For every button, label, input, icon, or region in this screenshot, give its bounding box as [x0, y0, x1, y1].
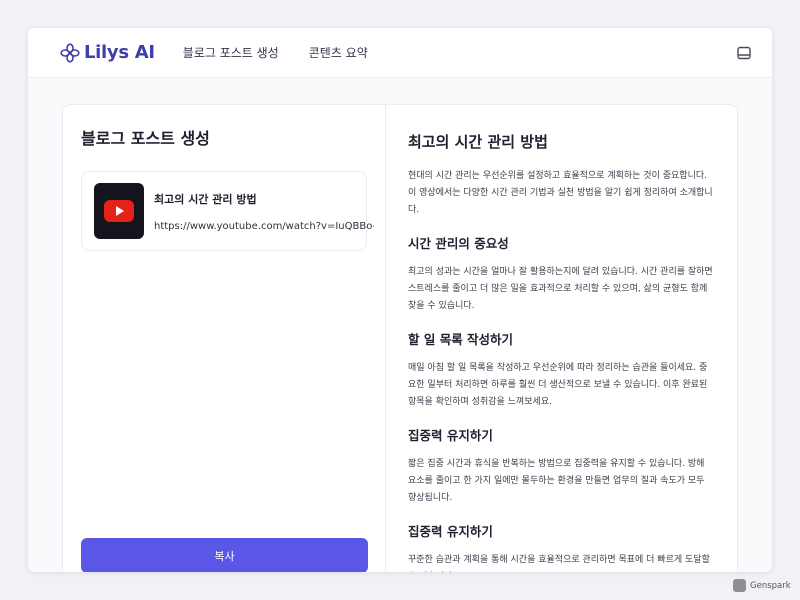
- video-thumbnail: [94, 183, 144, 239]
- square-panel-icon: [737, 46, 751, 59]
- panel-toggle-button[interactable]: [736, 45, 752, 61]
- copy-button[interactable]: 복사: [81, 538, 368, 572]
- article-preview: 최고의 시간 관리 방법 현대의 시간 관리는 우선순위를 설정하고 효율적으로…: [386, 105, 737, 572]
- main-panel: 블로그 포스트 생성 최고의 시간 관리 방법 https://www.yout…: [62, 104, 738, 572]
- section-heading: 할 일 목록 작성하기: [408, 332, 514, 347]
- left-panel: 블로그 포스트 생성 최고의 시간 관리 방법 https://www.yout…: [63, 105, 386, 572]
- section-body: 꾸준한 습관과 계획을 통해 시간을 효율적으로 관리하면 목표에 더 빠르게 …: [408, 555, 710, 565]
- video-title: 최고의 시간 관리 방법: [154, 192, 257, 206]
- section-heading: 집중력 유지하기: [408, 428, 493, 443]
- top-navigation-bar: Lilys AI 블로그 포스트 생성 콘텐츠 요약: [28, 28, 772, 78]
- watermark-badge: Genspark: [733, 577, 791, 594]
- video-card[interactable]: 최고의 시간 관리 방법 https://www.youtube.com/wat…: [81, 171, 374, 251]
- logo-text: Lilys AI: [84, 42, 155, 63]
- video-url[interactable]: https://www.youtube.com/watch?v=IuQBBo-2…: [154, 221, 374, 232]
- youtube-icon: [104, 200, 134, 222]
- genspark-icon: [733, 579, 746, 592]
- workspace: 블로그 포스트 생성 최고의 시간 관리 방법 https://www.yout…: [28, 78, 772, 572]
- article-intro: 현대의 시간 관리는 우선순위를 설정하고 효율적으로 계획하는 것이 중요합니…: [408, 171, 713, 215]
- flower-logo-icon: [60, 42, 80, 63]
- video-info: 최고의 시간 관리 방법 https://www.youtube.com/wat…: [154, 191, 374, 232]
- panel-title: 블로그 포스트 생성: [81, 129, 210, 148]
- section-heading: 시간 관리의 중요성: [408, 236, 509, 251]
- section-body: 최고의 성과는 시간을 얼마나 잘 활용하는지에 달려 있습니다. 시간 관리를…: [408, 267, 713, 311]
- nav-blog-post[interactable]: 블로그 포스트 생성: [183, 44, 279, 61]
- watermark-text: Genspark: [750, 580, 791, 591]
- section-body: 매일 아침 할 일 목록을 작성하고 우선순위에 따라 정리하는 습관을 들이세…: [408, 363, 708, 407]
- nav-content-summary[interactable]: 콘텐츠 요약: [309, 44, 368, 61]
- app-window: Lilys AI 블로그 포스트 생성 콘텐츠 요약 블로그 포스트 생성 최고…: [28, 28, 772, 572]
- section-heading: 집중력 유지하기: [408, 524, 493, 539]
- article-title: 최고의 시간 관리 방법: [408, 133, 548, 151]
- section-body: 짧은 집중 시간과 휴식을 반복하는 방법으로 집중력을 유지할 수 있습니다.…: [408, 459, 705, 503]
- brand-logo[interactable]: Lilys AI: [60, 42, 155, 63]
